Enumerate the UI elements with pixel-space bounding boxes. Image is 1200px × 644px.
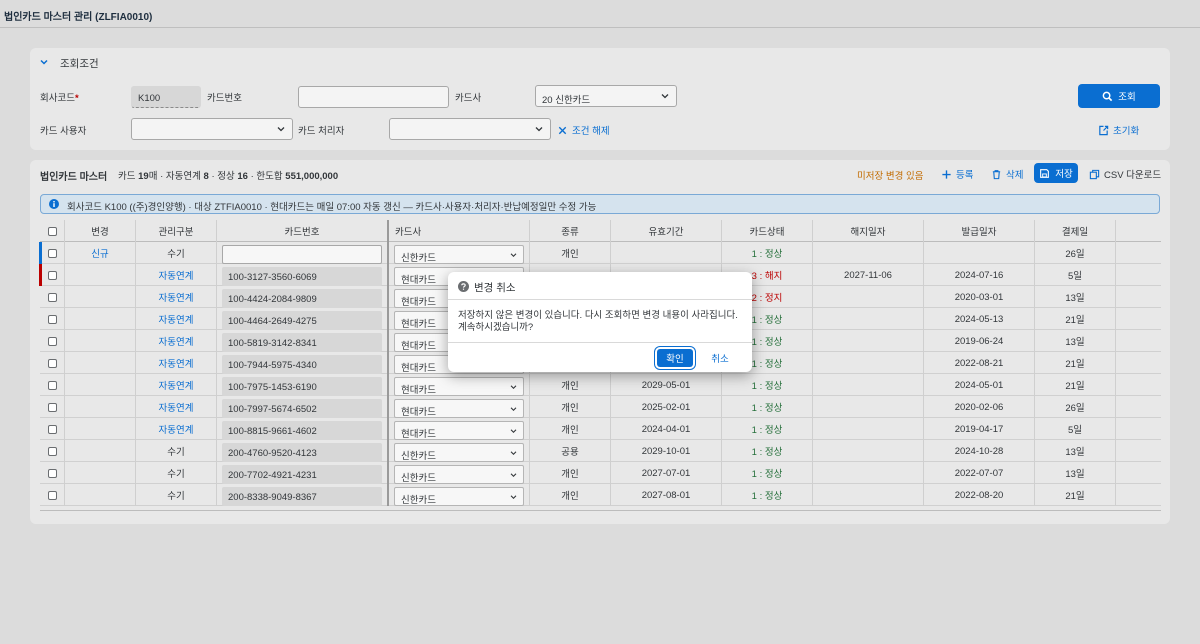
dialog-message-line: 계속하시겠습니까? (458, 322, 534, 333)
dialog-footer: 확인 취소 (448, 342, 752, 372)
question-icon (458, 281, 469, 292)
dialog-message-line: 저장하지 않은 변경이 있습니다. 다시 조회하면 변경 내용이 사라집니다. (458, 310, 738, 321)
dialog-title: 변경 취소 (474, 282, 516, 294)
confirm-button[interactable]: 확인 (657, 349, 693, 367)
dialog-header: 변경 취소 (448, 272, 752, 300)
cancel-button[interactable]: 취소 (704, 349, 736, 367)
cancel-changes-dialog: 변경 취소 저장하지 않은 변경이 있습니다. 다시 조회하면 변경 내용이 사… (448, 272, 752, 372)
dialog-message: 저장하지 않은 변경이 있습니다. 다시 조회하면 변경 내용이 사라집니다. … (458, 310, 748, 334)
